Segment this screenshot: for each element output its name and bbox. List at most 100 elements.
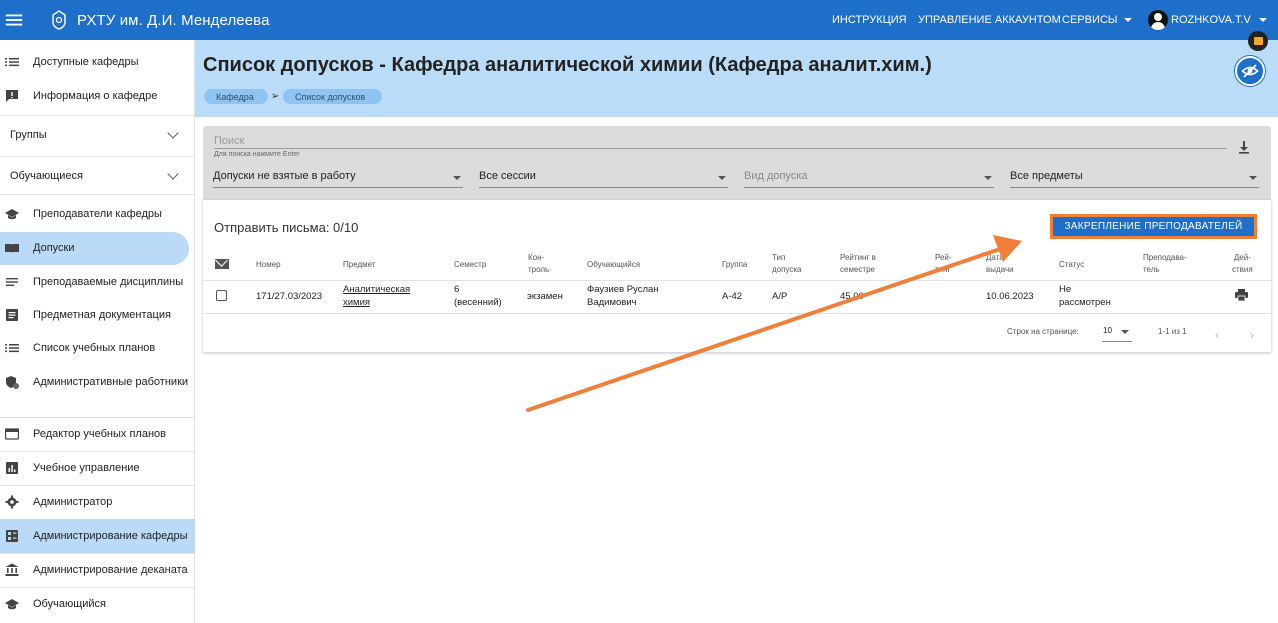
- next-page-icon[interactable]: ›: [1250, 328, 1254, 342]
- column-header-control[interactable]: Кон-троль: [528, 252, 549, 276]
- university-logo-icon[interactable]: [47, 8, 71, 32]
- app-title[interactable]: РХТУ им. Д.И. Менделеева: [77, 12, 270, 29]
- column-header-number[interactable]: Номер: [256, 259, 281, 271]
- pagination-range: 1-1 из 1: [1158, 327, 1187, 336]
- sidebar-item-department-teachers[interactable]: Преподаватели кафедры: [0, 197, 195, 231]
- sidebar-item-label: Преподаваемые дисциплины: [33, 276, 184, 288]
- sidebar-group-label: Обучающиеся: [10, 169, 83, 182]
- row-checkbox[interactable]: [216, 290, 227, 301]
- print-icon[interactable]: [1235, 289, 1248, 301]
- info-message-icon: [5, 89, 19, 103]
- sidebar-item-label: Административные работники: [33, 376, 189, 388]
- sidebar-item-dean-admin[interactable]: Администрирование деканата: [0, 553, 195, 587]
- column-header-semester[interactable]: Семестр: [454, 259, 486, 271]
- menu-icon[interactable]: [1, 0, 27, 40]
- sidebar-group-label: Группы: [10, 128, 47, 141]
- column-header-group[interactable]: Группа: [722, 259, 747, 271]
- search-input[interactable]: Поиск: [214, 135, 244, 147]
- cell-semester: 6 (весенний): [454, 284, 502, 308]
- admission-type-select[interactable]: Вид допуска: [744, 170, 994, 188]
- sidebar-item-department-info[interactable]: Информация о кафедре: [0, 79, 195, 113]
- sidebar-item-study-plans[interactable]: Список учебных планов: [0, 331, 195, 365]
- breadcrumb-separator-icon: ➢: [271, 91, 280, 102]
- column-header-student[interactable]: Обучающийся: [587, 259, 640, 271]
- list-icon: [5, 341, 19, 355]
- nav-services[interactable]: СЕРВИСЫ: [1062, 0, 1132, 40]
- rows-per-page-select[interactable]: 10: [1102, 326, 1132, 342]
- rows-per-page-label: Строк на странице:: [1007, 327, 1079, 336]
- column-header-status[interactable]: Статус: [1059, 259, 1084, 271]
- admissions-status-select[interactable]: Допуски не взятые в работу: [213, 170, 463, 188]
- dropdown-arrow-icon: [1249, 176, 1257, 180]
- page-title: Список допусков - Кафедра аналитической …: [203, 54, 932, 76]
- send-letters-counter: Отправить письма: 0/10: [214, 220, 359, 235]
- sidebar-item-admin-workers[interactable]: Административные работники: [0, 365, 195, 399]
- sidebar-item-taught-disciplines[interactable]: Преподаваемые дисциплины: [0, 265, 195, 299]
- cell-number: 171/27.03/2023: [256, 291, 323, 302]
- cell-subject-link[interactable]: Аналитическая химия: [343, 283, 410, 309]
- column-header-issue-date[interactable]: Дата выдачи: [986, 252, 1014, 276]
- bar-chart-icon: [5, 461, 19, 475]
- shield-person-icon: [5, 375, 19, 389]
- search-underline: [214, 148, 1227, 149]
- sidebar-item-academic-management[interactable]: Учебное управление: [0, 451, 195, 485]
- sidebar-item-label: Информация о кафедре: [33, 90, 158, 102]
- sidebar-group-students[interactable]: Обучающиеся: [0, 156, 195, 194]
- sidebar-item-administrator[interactable]: Администратор: [0, 485, 195, 519]
- sessions-select[interactable]: Все сессии: [479, 170, 728, 188]
- column-header-rating[interactable]: Рей-тинг: [935, 252, 952, 276]
- column-header-teacher[interactable]: Преподава-тель: [1143, 252, 1187, 276]
- assign-teachers-button[interactable]: ЗАКРЕПЛЕНИЕ ПРЕПОДАВАТЕЛЕЙ: [1050, 214, 1257, 239]
- sidebar-item-label: Редактор учебных планов: [33, 428, 166, 440]
- list-icon: [5, 55, 19, 69]
- sidebar-item-department-admin[interactable]: Администрирование кафедры: [0, 519, 195, 553]
- sidebar-item-label: Преподаватели кафедры: [33, 208, 162, 220]
- dropdown-arrow-icon: [1121, 330, 1129, 334]
- sidebar-item-label: Учебное управление: [33, 462, 140, 474]
- column-header-semester-rating[interactable]: Рейтинг в семестре: [840, 252, 876, 276]
- subjects-select[interactable]: Все предметы: [1010, 170, 1259, 188]
- cell-semester-rating: 45,00: [840, 291, 864, 302]
- nav-account-management[interactable]: УПРАВЛЕНИЕ АККАУНТОМ: [918, 0, 1061, 40]
- nav-instructions[interactable]: ИНСТРУКЦИЯ: [832, 0, 907, 40]
- chevron-down-icon: [167, 168, 179, 180]
- chat-icon[interactable]: [1248, 31, 1268, 51]
- avatar-icon: [1148, 10, 1168, 30]
- cell-status: Не рассмотрен: [1059, 284, 1111, 308]
- sidebar-item-plan-editor[interactable]: Редактор учебных планов: [0, 417, 195, 451]
- sidebar-item-available-departments[interactable]: Доступные кафедры: [0, 45, 195, 79]
- sidebar-item-admissions[interactable]: Допуски: [0, 231, 195, 265]
- sidebar-item-label: Администрирование деканата: [33, 564, 188, 576]
- bank-icon: [5, 563, 19, 577]
- dropdown-arrow-icon: [453, 176, 461, 180]
- sidebar-item-label: Список учебных планов: [33, 342, 156, 354]
- breadcrumb-department[interactable]: Кафедра: [204, 89, 268, 104]
- chevron-down-icon: [1123, 18, 1132, 22]
- sidebar-item-label: Допуски: [33, 242, 75, 254]
- gear-icon: [5, 495, 19, 509]
- chevron-down-icon: [1258, 18, 1267, 22]
- graduation-cap-icon: [5, 207, 19, 221]
- sidebar-group-groups[interactable]: Группы: [0, 115, 195, 153]
- prev-page-icon[interactable]: ‹: [1215, 328, 1219, 342]
- window-icon: [5, 427, 19, 441]
- sidebar-divider: [0, 194, 195, 195]
- sidebar-item-subject-docs[interactable]: Предметная документация: [0, 298, 195, 332]
- breadcrumb-admissions-list[interactable]: Список допусков: [283, 89, 382, 104]
- download-icon[interactable]: [1238, 140, 1250, 154]
- document-icon: [5, 308, 19, 322]
- sidebar-item-label: Предметная документация: [33, 309, 171, 321]
- sidebar-item-student[interactable]: Обучающийся: [0, 587, 195, 621]
- cell-issue-date: 10.06.2023: [986, 291, 1034, 302]
- dropdown-arrow-icon: [984, 176, 992, 180]
- mail-icon[interactable]: [215, 259, 229, 269]
- search-hint: Для поиска нажмите Enter: [214, 151, 300, 158]
- sidebar-item-label: Обучающийся: [33, 598, 107, 610]
- visibility-off-icon[interactable]: [1235, 56, 1265, 86]
- column-header-actions: Дей-ствия: [1232, 253, 1253, 274]
- column-header-type[interactable]: Тип допуска: [772, 252, 801, 276]
- sidebar-item-label: Администратор: [33, 496, 113, 508]
- book-icon: [5, 241, 19, 255]
- column-header-subject[interactable]: Предмет: [343, 259, 376, 271]
- filters-panel: Поиск Для поиска нажмите Enter Допуски н…: [203, 126, 1271, 200]
